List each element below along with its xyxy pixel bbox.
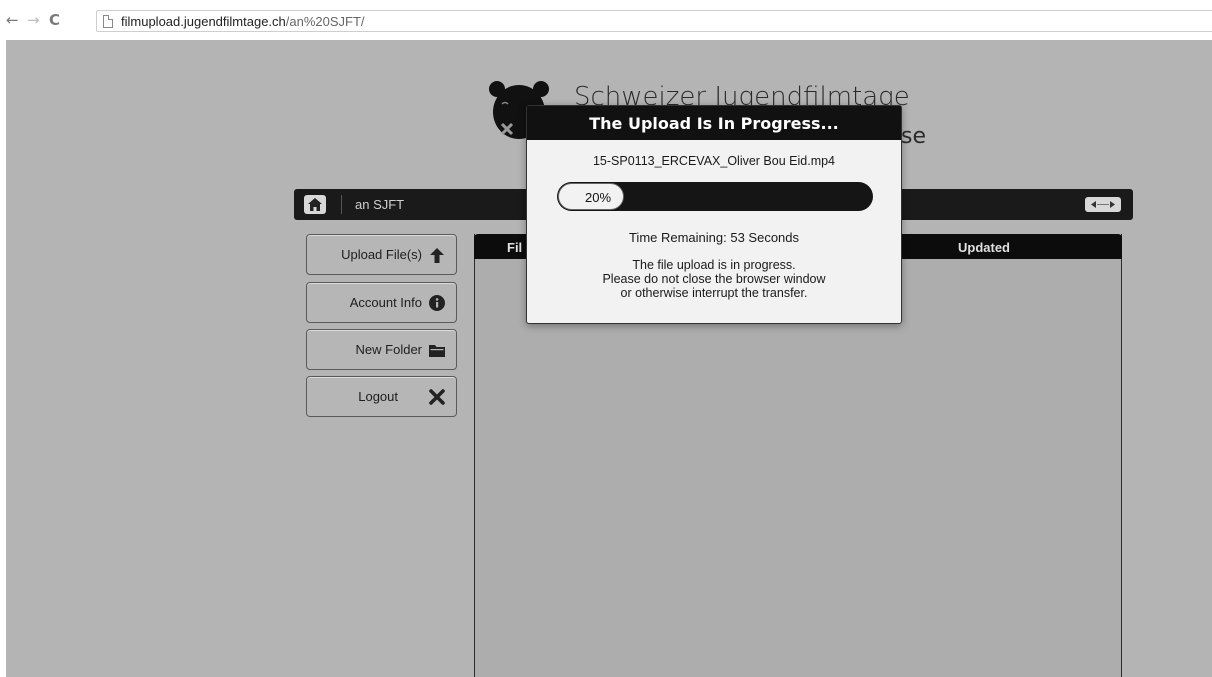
message-line-3: or otherwise interrupt the transfer. xyxy=(620,286,808,300)
time-remaining: Time Remaining: 53 Seconds xyxy=(628,230,800,245)
account-info-button[interactable]: Account Info xyxy=(306,282,457,323)
home-button[interactable] xyxy=(304,195,326,214)
dialog-header: The Upload Is In Progress... xyxy=(527,106,901,140)
upload-progress-dialog: The Upload Is In Progress... 15-SP0113_E… xyxy=(526,105,902,324)
new-folder-button[interactable]: New Folder xyxy=(306,329,457,370)
page-icon xyxy=(103,15,113,28)
account-info-label: Account Info xyxy=(349,295,422,310)
resize-button[interactable] xyxy=(1085,197,1121,212)
new-folder-label: New Folder xyxy=(355,342,422,357)
dialog-title: The Upload Is In Progress... xyxy=(589,114,839,133)
upload-files-label: Upload File(s) xyxy=(341,247,422,262)
back-arrow-icon[interactable]: ← xyxy=(6,12,19,28)
upload-progress-bar: 20% xyxy=(557,182,873,211)
message-line-2: Please do not close the browser window xyxy=(602,272,826,286)
progress-percent: 20% xyxy=(585,190,612,205)
upload-files-button[interactable]: Upload File(s) xyxy=(306,234,457,275)
upload-arrow-icon xyxy=(428,246,446,264)
url-text[interactable]: filmupload.jugendfilmtage.ch/an%20SJFT/ xyxy=(121,14,365,29)
reload-icon[interactable]: C xyxy=(49,12,60,28)
upload-file-name: 15-SP0113_ERCEVAX_Oliver Bou Eid.mp4 xyxy=(592,154,836,168)
logout-label: Logout xyxy=(358,389,398,404)
close-x-icon xyxy=(428,388,446,406)
forward-arrow-icon[interactable]: → xyxy=(27,12,40,28)
folder-icon xyxy=(428,341,446,359)
toolbar-divider xyxy=(341,195,342,214)
upload-warning-message: The file upload is in progress. Please d… xyxy=(527,258,901,300)
current-folder-name: an SJFT xyxy=(355,197,405,212)
url-path: /an%20SJFT/ xyxy=(285,14,365,29)
progress-fill: 20% xyxy=(558,183,624,210)
resize-arrows-icon xyxy=(1091,201,1115,208)
site-subtitle-fragment: se xyxy=(901,124,926,149)
message-line-1: The file upload is in progress. xyxy=(632,258,796,272)
home-icon xyxy=(308,198,322,211)
address-bar[interactable]: filmupload.jugendfilmtage.ch/an%20SJFT/ xyxy=(96,10,1212,32)
info-icon xyxy=(428,294,446,312)
browser-toolbar: ← → C filmupload.jugendfilmtage.ch/an%20… xyxy=(0,0,1212,40)
column-header-updated[interactable]: Updated xyxy=(958,240,1010,255)
url-host: filmupload.jugendfilmtage.ch xyxy=(121,14,286,29)
column-header-filename[interactable]: Fil xyxy=(507,240,522,255)
logout-button[interactable]: Logout xyxy=(306,376,457,417)
